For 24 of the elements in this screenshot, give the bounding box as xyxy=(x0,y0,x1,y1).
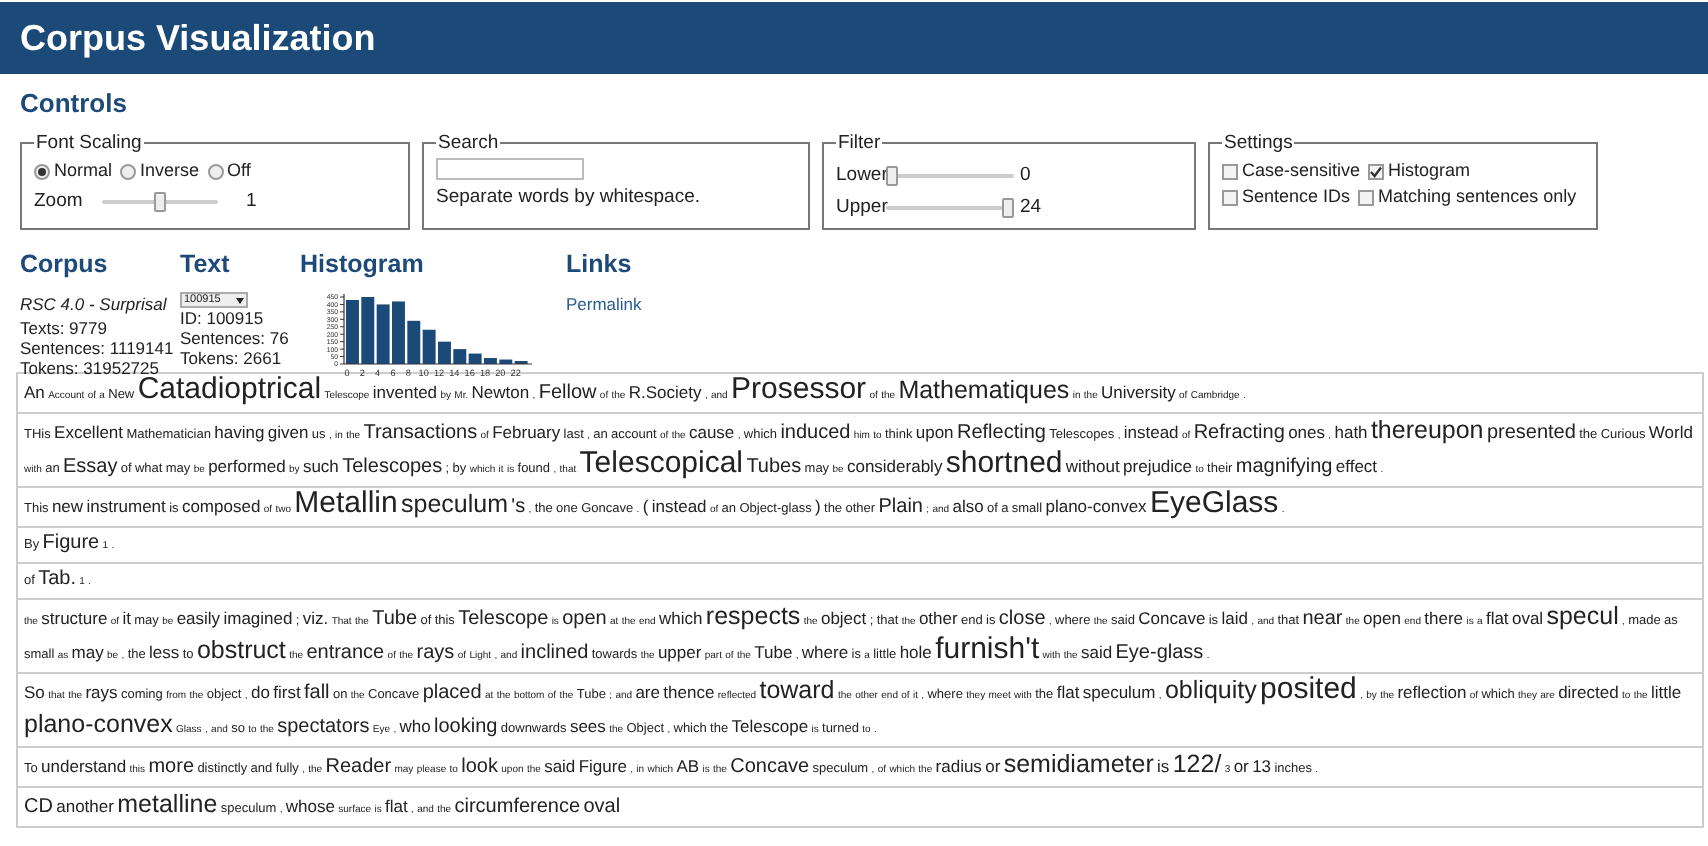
corpus-name: RSC 4.0 - Surprisal xyxy=(20,292,169,318)
zoom-label: Zoom xyxy=(34,188,85,217)
panel-legend: Search xyxy=(436,129,501,158)
text-stat: ID: 100915 xyxy=(180,308,266,329)
corpus-stat: Sentences: 1119141 xyxy=(20,338,176,358)
filter-label: Lower xyxy=(836,161,886,190)
section-heading: Corpus xyxy=(20,247,110,282)
section-heading: Controls xyxy=(20,86,129,122)
section-heading: Histogram xyxy=(300,247,426,282)
section-heading: Text xyxy=(180,247,232,281)
panel-legend: Filter xyxy=(836,129,883,158)
search-hint: Separate words by whitespace. xyxy=(436,183,703,212)
panel-legend: Font Scaling xyxy=(34,129,144,158)
page-title: Corpus Visualization xyxy=(20,15,376,62)
filter-value: 0 xyxy=(1020,161,1031,190)
text-stat: Sentences: 76 xyxy=(180,328,291,349)
zoom-value: 1 xyxy=(246,188,257,217)
panel-legend: Settings xyxy=(1222,129,1295,158)
corpus-stat: Texts: 9779 xyxy=(20,318,109,338)
section-heading: Links xyxy=(566,247,634,281)
filter-label: Upper xyxy=(836,194,886,222)
text-stat: Tokens: 2661 xyxy=(180,348,284,369)
filter-value: 24 xyxy=(1020,194,1042,222)
corpus-stat: Tokens: 31952725 xyxy=(20,358,159,378)
